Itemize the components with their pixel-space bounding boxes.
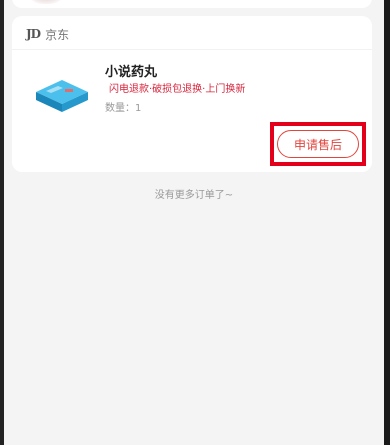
no-more-orders-text: 没有更多订单了~	[154, 190, 234, 201]
shop-name: 京东	[45, 27, 70, 42]
product-quantity: 数量：1	[105, 103, 142, 114]
shop-header[interactable]: JD 京东	[26, 25, 69, 43]
order-card[interactable]: JD 京东 小说药丸 闪电退款·破损包退换·上门换新 数量：1 申请售后	[12, 16, 372, 172]
previous-product-image	[26, 0, 66, 4]
apply-after-sales-button[interactable]: 申请售后	[277, 130, 359, 158]
jd-logo-icon: JD	[26, 27, 41, 41]
product-image[interactable]	[32, 70, 90, 114]
previous-order-card[interactable]	[12, 0, 372, 8]
product-title[interactable]: 小说药丸	[105, 61, 157, 80]
order-list-screen: JD 京东 小说药丸 闪电退款·破损包退换·上门换新 数量：1 申请售后 没有更…	[4, 0, 384, 445]
card-divider	[12, 49, 372, 50]
window-edge	[384, 0, 390, 445]
service-tags: 闪电退款·破损包退换·上门换新	[109, 84, 246, 95]
